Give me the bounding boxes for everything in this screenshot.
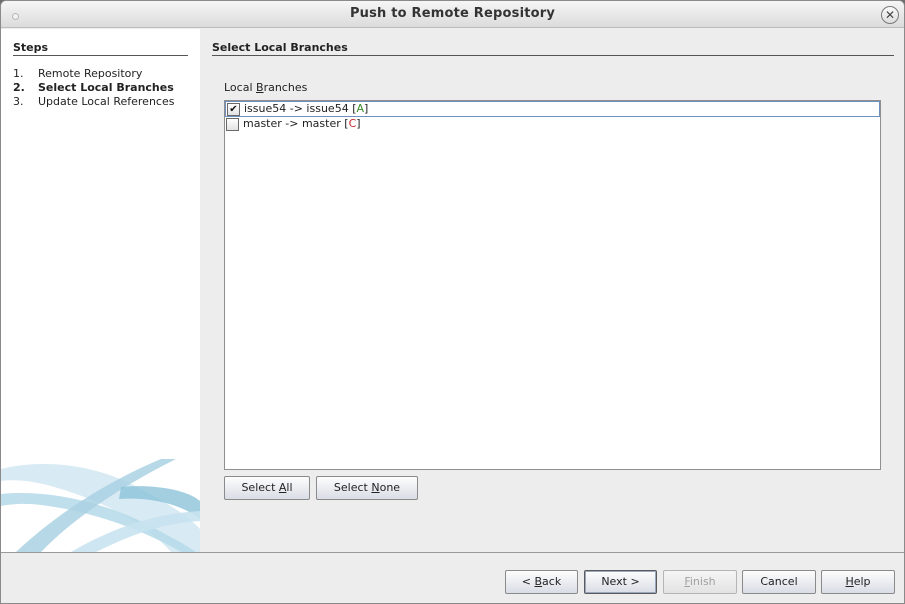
button-mnemonic: H: [845, 575, 854, 588]
wizard-button-bar: < Back Next > Finish Cancel Help: [1, 552, 904, 603]
branch-item-master[interactable]: master -> master [C]: [225, 117, 880, 133]
button-text: Select: [333, 481, 372, 494]
tag-bracket: ]: [364, 102, 369, 115]
push-wizard-window: Push to Remote Repository ✕ Steps 1. Remo…: [0, 0, 905, 604]
cancel-button[interactable]: Cancel: [742, 570, 816, 594]
button-text: ack: [542, 575, 562, 588]
button-mnemonic: N: [371, 481, 380, 494]
step-number: 3.: [13, 95, 24, 108]
button-text: elp: [853, 575, 871, 588]
steps-pane: Steps 1. Remote Repository 2. Select Local…: [1, 29, 200, 552]
local-branches-list[interactable]: ✔ issue54 -> issue54 [A] master -> maste…: [224, 100, 881, 470]
step-label: Update Local References: [38, 95, 175, 108]
step-label: Select Local Branches: [38, 81, 174, 94]
local-branches-label: Local Branches: [224, 81, 307, 94]
panel-title: Select Local Branches: [212, 41, 348, 54]
branch-status-tag: A: [356, 102, 365, 115]
branch-label: master -> master [C]: [243, 117, 361, 131]
branch-mapping: master -> master: [243, 117, 345, 130]
help-button[interactable]: Help: [821, 570, 895, 594]
button-text: Select: [241, 481, 279, 494]
step-select-local-branches: 2. Select Local Branches: [13, 81, 174, 95]
step-number: 1.: [13, 67, 24, 80]
tag-bracket: ]: [356, 117, 361, 130]
select-none-button[interactable]: Select None: [316, 476, 418, 500]
wizard-decoration-image: [1, 459, 200, 552]
panel-divider: [212, 55, 894, 56]
button-mnemonic: B: [534, 575, 543, 588]
step-label: Remote Repository: [38, 67, 143, 80]
button-text: <: [521, 575, 535, 588]
next-button[interactable]: Next >: [584, 570, 657, 594]
title-bar[interactable]: Push to Remote Repository ✕: [1, 1, 904, 28]
branch-checkbox[interactable]: ✔: [227, 103, 240, 116]
steps-divider: [13, 55, 188, 56]
window-title: Push to Remote Repository: [349, 6, 556, 21]
step-update-local-references: 3. Update Local References: [13, 95, 174, 109]
step-number: 2.: [13, 81, 25, 94]
step-remote-repository: 1. Remote Repository: [13, 67, 174, 81]
branch-checkbox[interactable]: [226, 118, 239, 131]
button-text: inish: [689, 575, 716, 588]
back-button[interactable]: < Back: [505, 570, 578, 594]
select-all-button[interactable]: Select All: [224, 476, 310, 500]
button-text: ll: [286, 481, 293, 494]
check-icon: ✔: [229, 104, 238, 115]
finish-button: Finish: [663, 570, 737, 594]
label-text: ranches: [263, 81, 308, 94]
label-mnemonic: B: [256, 81, 264, 94]
label-text: Local: [224, 81, 257, 94]
steps-heading: Steps: [13, 41, 49, 54]
branch-item-issue54[interactable]: ✔ issue54 -> issue54 [A]: [225, 101, 880, 117]
close-button[interactable]: ✕: [881, 6, 899, 24]
content-pane: Select Local Branches Local Branches ✔ i…: [200, 29, 904, 552]
close-icon: ✕: [884, 8, 896, 22]
steps-list: 1. Remote Repository 2. Select Local Branc…: [13, 67, 174, 109]
button-text: one: [379, 481, 401, 494]
branch-mapping: issue54 -> issue54: [244, 102, 353, 115]
branch-label: issue54 -> issue54 [A]: [244, 102, 368, 116]
